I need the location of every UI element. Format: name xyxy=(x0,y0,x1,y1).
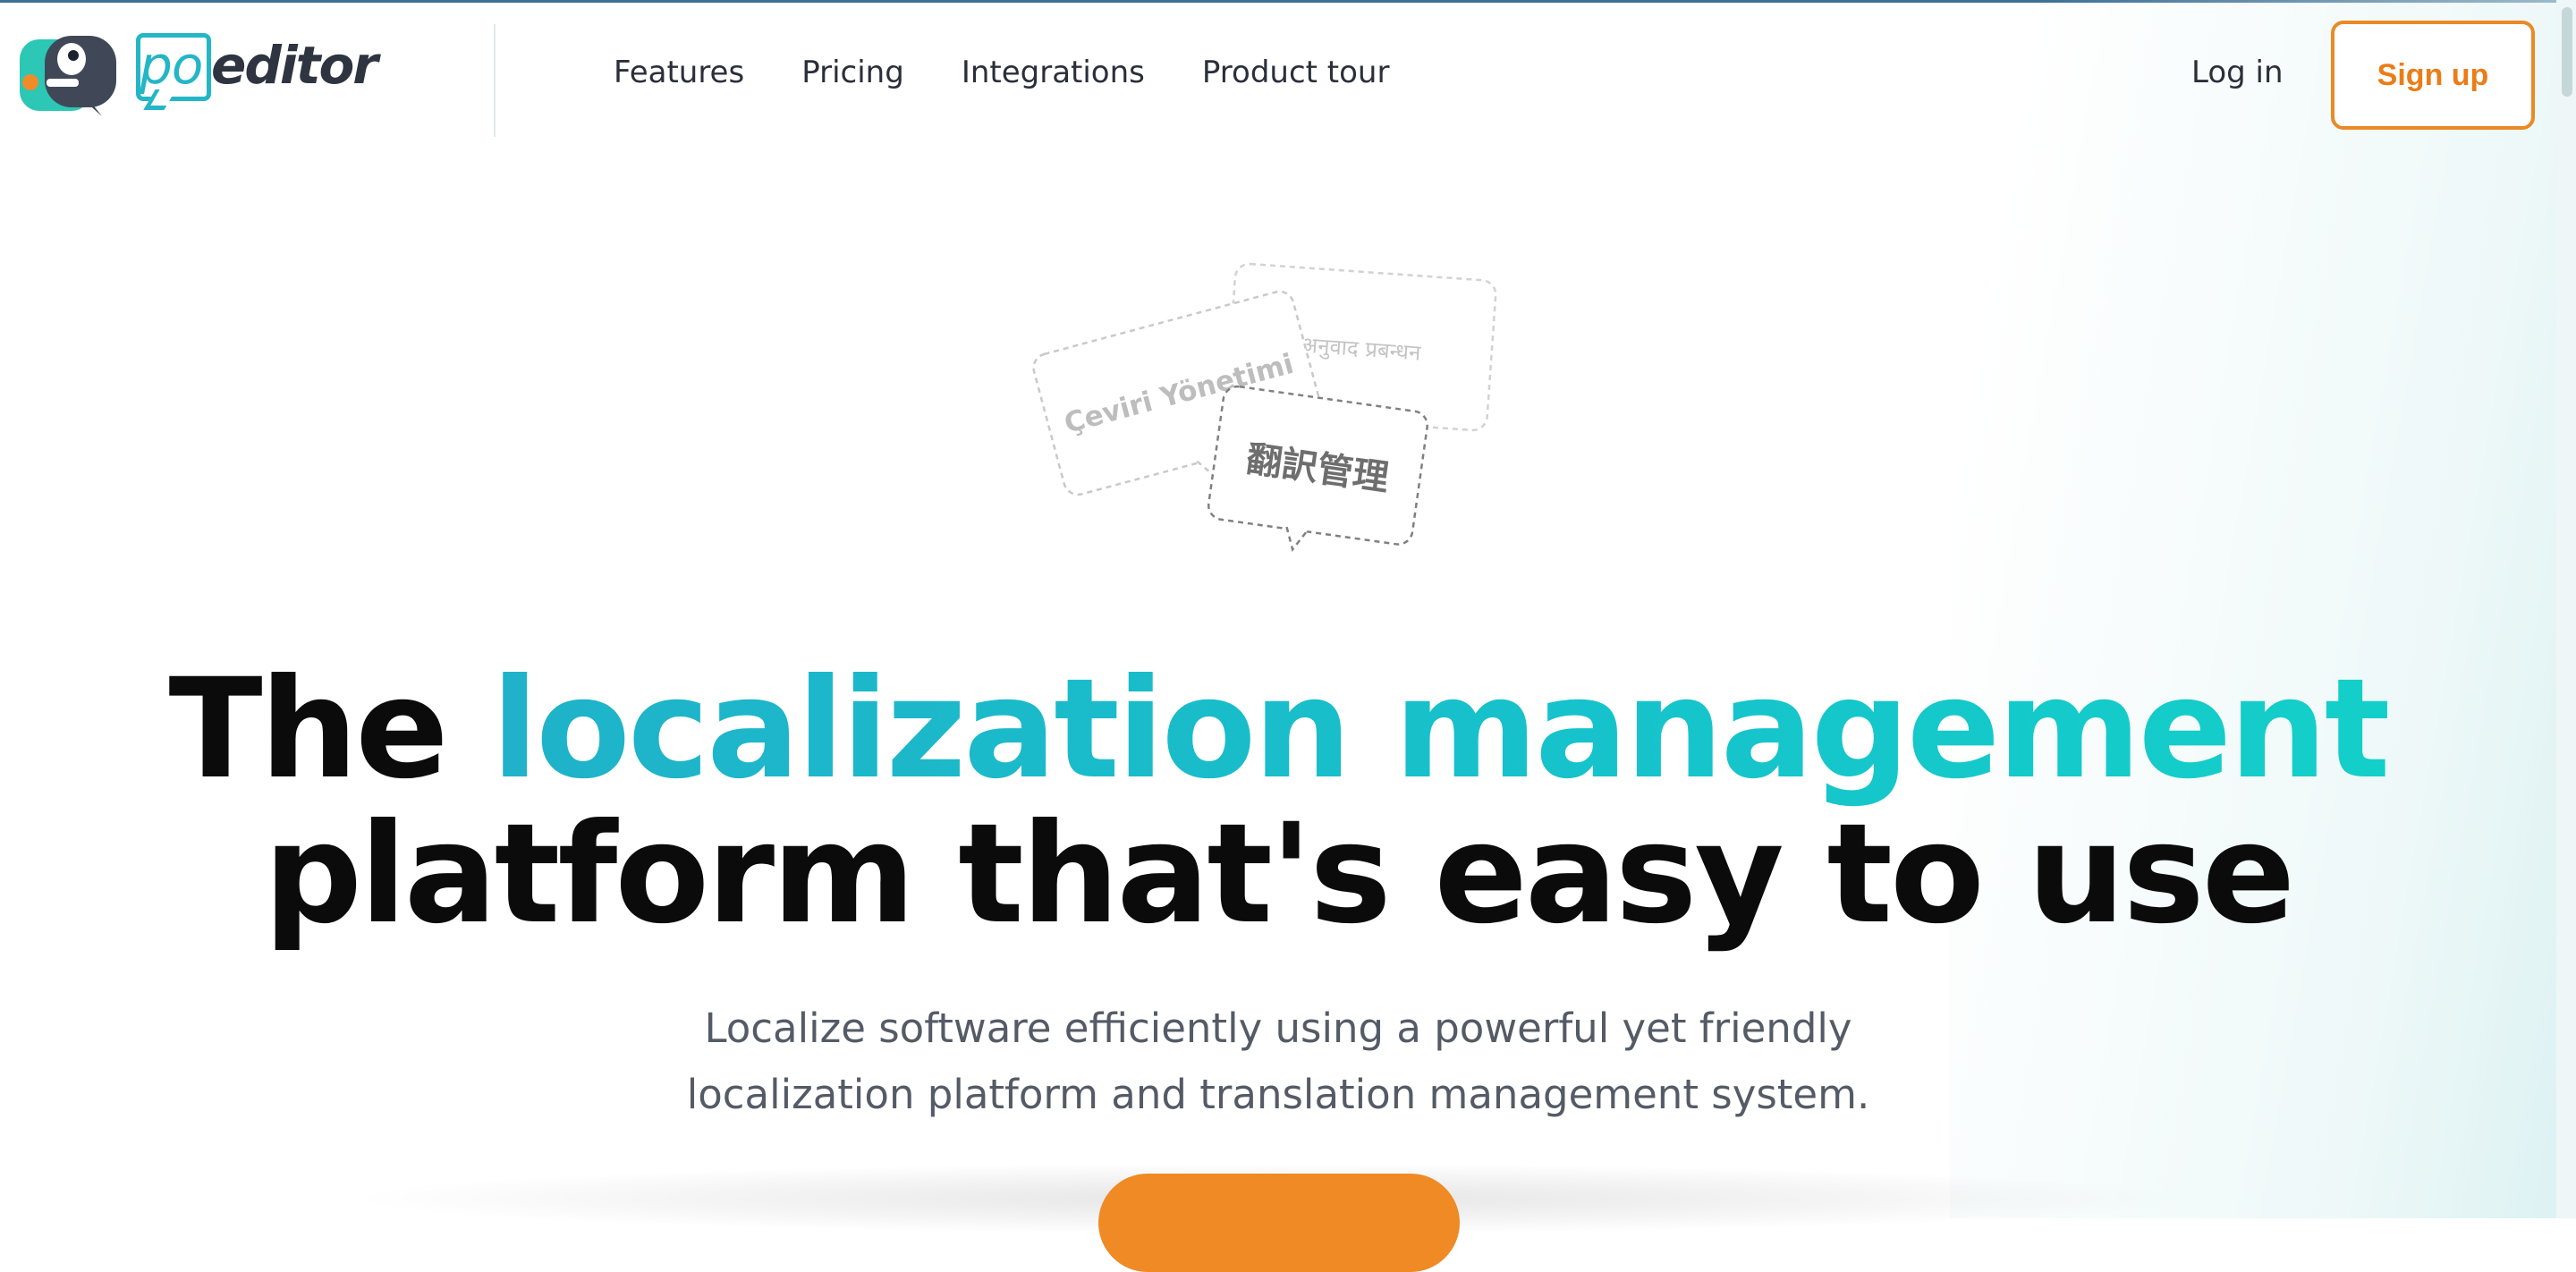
translation-bubbles-illustration: अनुवाद प्रबन्धन Çeviri Yönetimi 翻訳管理 xyxy=(1032,262,1497,552)
wordmark-po: po xyxy=(140,35,203,96)
hero-subtitle-line1: Localize software efficiently using a po… xyxy=(704,1005,1852,1052)
bubble-japanese: 翻訳管理 xyxy=(1207,385,1428,552)
site-header: po editor Features Pricing Integrations … xyxy=(0,3,2556,144)
nav-integrations[interactable]: Integrations xyxy=(962,55,1145,90)
hero-title-line2: platform that's easy to use xyxy=(263,794,2295,955)
nav-product-tour[interactable]: Product tour xyxy=(1202,55,1390,90)
nav-pricing[interactable]: Pricing xyxy=(801,55,904,90)
nav-features[interactable]: Features xyxy=(614,55,744,90)
signup-button[interactable]: Sign up xyxy=(2331,21,2535,130)
main-nav: Features Pricing Integrations Product to… xyxy=(614,55,1389,90)
login-link[interactable]: Log in xyxy=(2191,55,2284,90)
hero-subtitle-line2: localization platform and translation ma… xyxy=(686,1071,1870,1118)
header-divider xyxy=(494,24,496,137)
scrollbar-thumb[interactable] xyxy=(2562,7,2572,97)
hero-title: The localization management platform tha… xyxy=(0,657,2556,947)
primary-cta-button[interactable] xyxy=(1098,1174,1460,1272)
poeditor-logo-icon[interactable] xyxy=(20,36,120,118)
hero-subtitle: Localize software efficiently using a po… xyxy=(0,996,2556,1128)
page-scrollbar[interactable] xyxy=(2556,0,2576,1218)
wordmark-editor: editor xyxy=(211,35,378,96)
hero-title-prefix: The xyxy=(168,649,449,810)
hero-title-accent: localization management xyxy=(491,649,2390,810)
